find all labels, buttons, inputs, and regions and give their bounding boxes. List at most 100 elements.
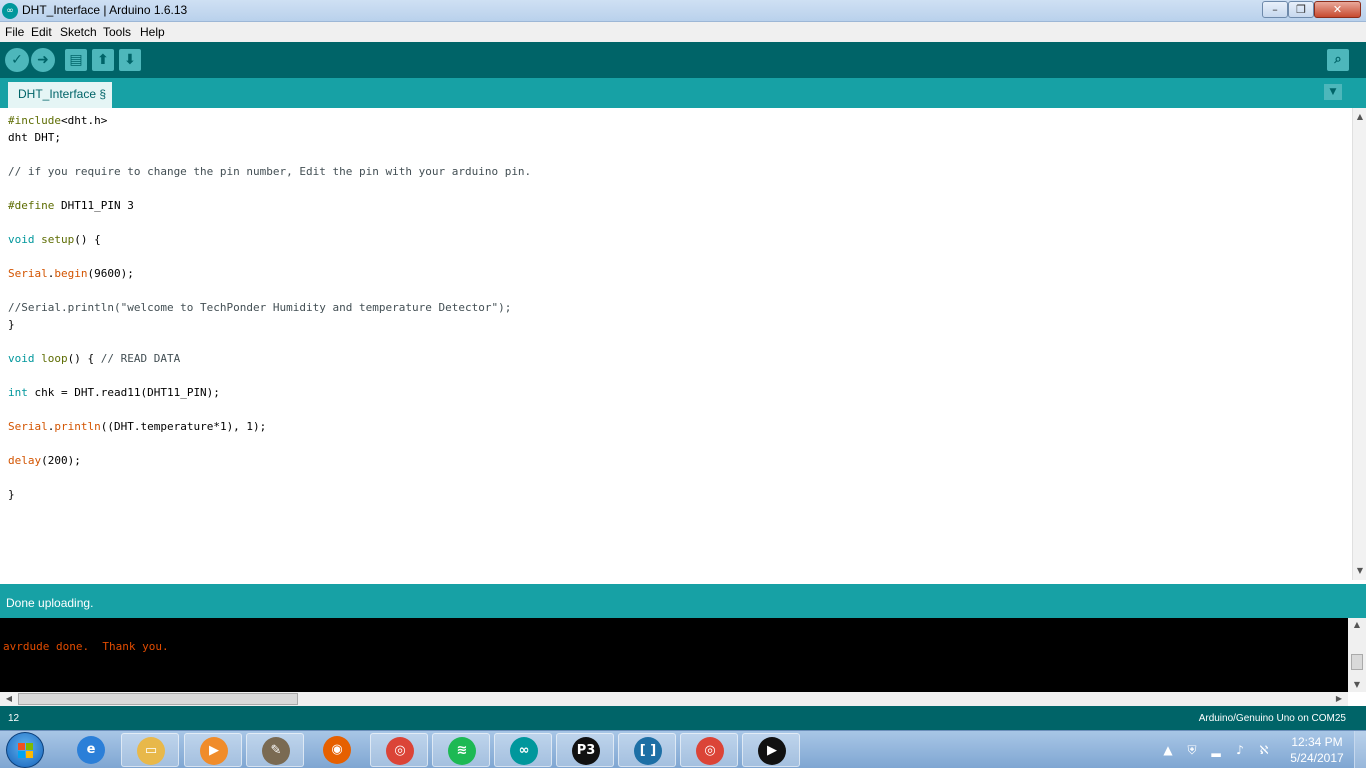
code-token: setup xyxy=(41,233,75,246)
code-token: } xyxy=(8,488,15,501)
taskbar-button[interactable]: ▶ xyxy=(184,733,242,767)
scroll-left-icon[interactable]: ◀ xyxy=(4,694,14,704)
code-token: dht DHT; xyxy=(8,131,61,144)
minimize-button[interactable]: – xyxy=(1262,1,1288,18)
tab-dht-interface[interactable]: DHT_Interface § xyxy=(8,82,112,108)
code-token: println xyxy=(54,420,101,433)
magnifier-icon: ⌕ xyxy=(1334,52,1342,67)
scroll-right-icon[interactable]: ▶ xyxy=(1334,694,1344,704)
taskbar: e ▭ ▶ ✎ ◉ ◎ ≋ ∞ P3 [ ] ◎ ▶ ▲ ⛨ ▂ ♪ ℵ 12:34 PM 5/24/2017 xyxy=(0,730,1366,768)
taskbar-button[interactable]: ▶ xyxy=(742,733,800,767)
code-token: (200); xyxy=(41,454,81,467)
code-line: dht DHT; xyxy=(8,129,531,146)
scroll-down-icon[interactable]: ▼ xyxy=(1355,566,1365,576)
console-scroll-thumb[interactable] xyxy=(1351,654,1363,670)
code-token: loop xyxy=(41,352,68,365)
code-token: (9600); xyxy=(87,267,134,280)
code-line: Serial.begin(9600); xyxy=(8,265,531,282)
show-hidden-icons-icon[interactable]: ▲ xyxy=(1160,742,1176,758)
code-line: int chk = DHT.read11(DHT11_PIN); xyxy=(8,384,531,401)
code-line: void loop() { // READ DATA xyxy=(8,350,531,367)
network-signal-icon[interactable]: ▂ xyxy=(1208,742,1224,758)
spotify-icon: ≋ xyxy=(448,737,476,765)
verify-button[interactable]: ✓ xyxy=(5,48,29,72)
taskbar-button[interactable]: ◉ xyxy=(308,733,366,767)
code-text[interactable]: #include<dht.h> dht DHT; // if you require… xyxy=(8,112,531,503)
editor-vertical-scrollbar[interactable]: ▲ ▼ xyxy=(1352,108,1366,580)
code-token: delay xyxy=(8,454,42,467)
show-desktop-button[interactable] xyxy=(1354,731,1366,768)
code-token: ((DHT.temperature*1), 1); xyxy=(100,420,267,433)
save-button[interactable]: ⬇ xyxy=(119,49,141,71)
taskbar-button[interactable]: ∞ xyxy=(494,733,552,767)
clock-time: 12:34 PM xyxy=(1291,735,1343,749)
code-line: #include<dht.h> xyxy=(8,112,531,129)
scroll-up-icon[interactable]: ▲ xyxy=(1352,620,1362,630)
volume-icon[interactable]: ♪ xyxy=(1232,742,1248,758)
console-hscroll-thumb[interactable] xyxy=(18,693,298,705)
scroll-up-icon[interactable]: ▲ xyxy=(1355,112,1365,122)
code-token: // READ DATA xyxy=(100,352,181,365)
code-token: () { xyxy=(67,352,101,365)
tab-strip: DHT_Interface § ▼ xyxy=(0,78,1366,108)
windows-start-button[interactable] xyxy=(6,732,44,768)
code-token: // if you require to change the pin numb… xyxy=(8,165,532,178)
console-horizontal-scrollbar[interactable]: ◀ ▶ xyxy=(0,692,1348,706)
close-button[interactable]: ✕ xyxy=(1314,1,1361,18)
clock[interactable]: 12:34 PM 5/24/2017 xyxy=(1284,734,1350,766)
tab-menu-button[interactable]: ▼ xyxy=(1324,84,1342,100)
firefox-icon: ◉ xyxy=(323,736,351,764)
menu-sketch[interactable]: Sketch xyxy=(60,25,97,39)
code-editor[interactable]: #include<dht.h> dht DHT; // if you require… xyxy=(0,108,1352,580)
status-message: Done uploading. xyxy=(6,596,94,610)
code-line: //Serial.println("welcome to TechPonder … xyxy=(8,299,531,316)
arrow-right-icon: ➜ xyxy=(37,52,49,68)
console-output[interactable]: avrdude done. Thank you. xyxy=(0,618,1348,692)
code-token: begin xyxy=(54,267,88,280)
serial-monitor-button[interactable]: ⌕ xyxy=(1327,49,1349,71)
taskbar-button[interactable]: ◎ xyxy=(680,733,738,767)
menu-help[interactable]: Help xyxy=(140,25,165,39)
gimp-icon: ✎ xyxy=(262,737,290,765)
open-button[interactable]: ⬆ xyxy=(92,49,114,71)
upload-button[interactable]: ➜ xyxy=(31,48,55,72)
code-token: #include xyxy=(8,114,61,127)
code-token: int xyxy=(8,386,28,399)
taskbar-button[interactable]: ▭ xyxy=(121,733,179,767)
menu-tools[interactable]: Tools xyxy=(103,25,131,39)
taskbar-button[interactable]: ◎ xyxy=(370,733,428,767)
status-bar: Done uploading. xyxy=(0,584,1366,618)
p3-icon: P3 xyxy=(572,737,600,765)
new-button[interactable]: ▤ xyxy=(65,49,87,71)
console-line: avrdude done. Thank you. xyxy=(3,640,169,653)
chevron-down-icon: ▼ xyxy=(1329,87,1337,97)
taskbar-button[interactable]: e xyxy=(62,733,120,767)
code-line: void setup() { xyxy=(8,231,531,248)
code-token: } xyxy=(8,318,15,331)
console-vertical-scrollbar[interactable]: ▲ ▼ xyxy=(1348,618,1366,692)
arduino-icon: ∞ xyxy=(2,3,18,19)
code-line: Serial.println((DHT.temperature*1), 1); xyxy=(8,418,531,435)
windows-start-icon xyxy=(18,743,34,759)
taskbar-button[interactable]: ≋ xyxy=(432,733,490,767)
maximize-button[interactable]: ❐ xyxy=(1288,1,1314,18)
taskbar-button[interactable]: ✎ xyxy=(246,733,304,767)
antivirus-icon[interactable]: ⛨ xyxy=(1184,742,1200,758)
code-token: void xyxy=(8,352,35,365)
arrow-up-icon: ⬆ xyxy=(97,52,109,68)
acrobat-icon[interactable]: ℵ xyxy=(1256,742,1272,758)
taskbar-button[interactable]: [ ] xyxy=(618,733,676,767)
menu-edit[interactable]: Edit xyxy=(31,25,52,39)
menu-file[interactable]: File xyxy=(5,25,24,39)
taskbar-button[interactable]: P3 xyxy=(556,733,614,767)
code-token: <dht.h> xyxy=(60,114,108,127)
scroll-down-icon[interactable]: ▼ xyxy=(1352,680,1362,690)
